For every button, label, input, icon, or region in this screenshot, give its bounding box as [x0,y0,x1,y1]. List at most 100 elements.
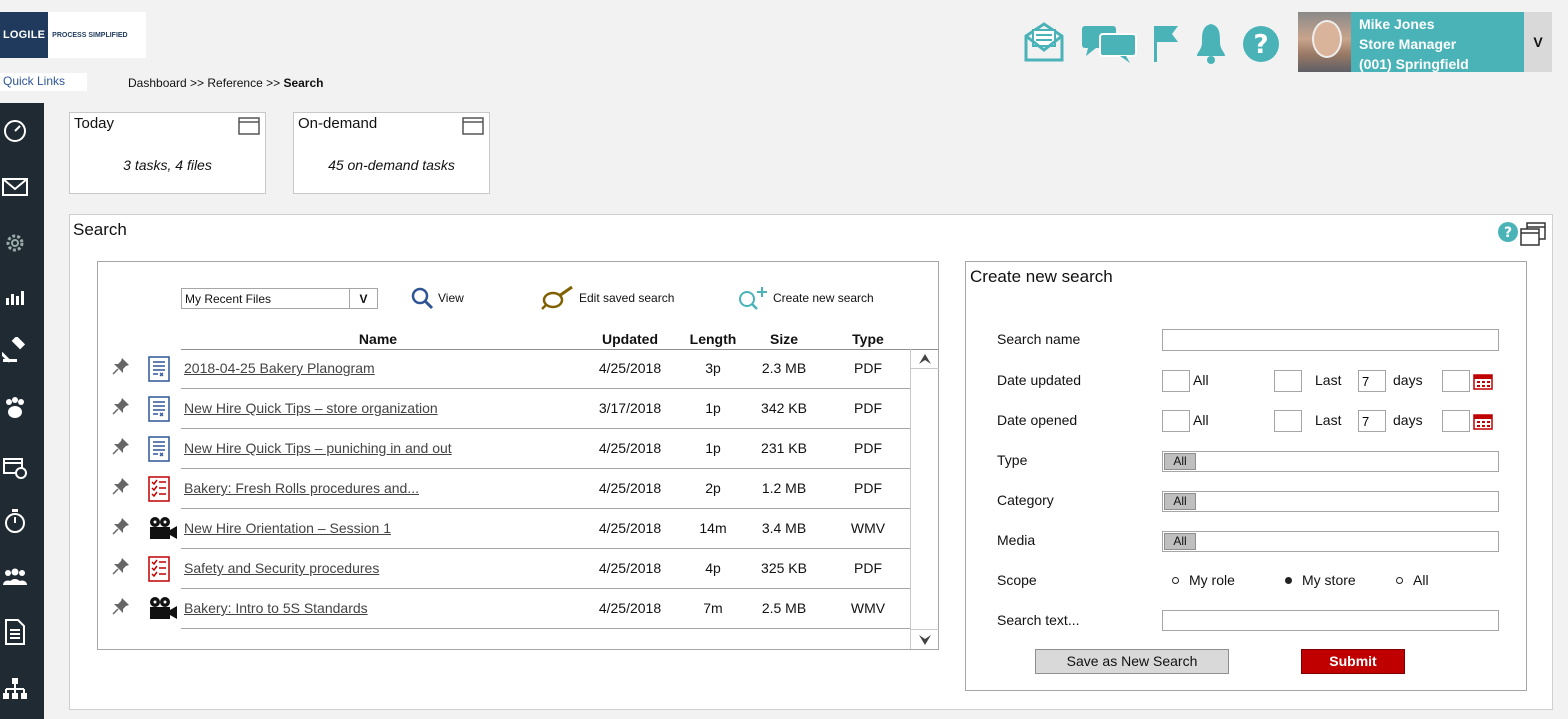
scroll-up-icon[interactable] [911,349,939,369]
pin-icon[interactable] [112,437,130,460]
avatar [1298,12,1351,72]
scrollbar[interactable] [910,349,939,649]
save-as-new-search-button[interactable]: Save as New Search [1035,649,1229,674]
dropdown-arrow[interactable]: V [349,289,377,308]
search-name-input[interactable] [1162,329,1499,351]
updated-cell: 4/25/2018 [598,360,662,376]
paw-icon[interactable] [2,395,28,421]
updated-cell: 4/25/2018 [598,480,662,496]
category-chip[interactable]: All [1164,493,1196,510]
scope-all-radio[interactable]: All [1396,572,1429,588]
pin-icon[interactable] [112,597,130,620]
pin-icon[interactable] [112,517,130,540]
category-label: Category [997,492,1054,508]
edit-label: Edit saved search [579,291,675,305]
date-updated-date-input[interactable] [1442,370,1470,392]
media-chip[interactable]: All [1164,533,1196,550]
table-row[interactable]: Safety and Security procedures 4/25/2018 4… [98,549,910,589]
scope-my-role-radio[interactable]: My role [1172,572,1235,588]
date-opened-date-input[interactable] [1442,410,1470,432]
document-icon [148,396,170,427]
search-text-input[interactable] [1162,610,1499,631]
help-icon[interactable]: ? [1497,221,1519,252]
calendar-clock-icon[interactable] [2,455,28,481]
category-select[interactable]: All [1162,491,1499,512]
date-updated-days-input[interactable] [1358,370,1386,392]
updated-cell: 4/25/2018 [598,440,662,456]
table-row[interactable]: New Hire Quick Tips – puniching in and o… [98,429,910,469]
scope-my-store-radio[interactable]: My store [1285,572,1356,588]
breadcrumb-path[interactable]: Dashboard >> Reference >> [128,76,283,90]
type-chip[interactable]: All [1164,453,1196,470]
date-opened-all-checkbox[interactable] [1162,410,1190,432]
column-header-name[interactable]: Name [338,331,418,347]
file-name-link[interactable]: New Hire Quick Tips – store organization [184,400,438,416]
user-card[interactable]: Mike Jones Store Manager (001) Springfie… [1298,12,1552,72]
gavel-icon[interactable] [2,337,28,363]
date-opened-days-input[interactable] [1358,410,1386,432]
create-new-search-button[interactable]: Create new search [737,286,874,310]
pin-icon[interactable] [112,557,130,580]
file-name-link[interactable]: New Hire Quick Tips – puniching in and o… [184,440,452,456]
on-demand-card[interactable]: On-demand 45 on-demand tasks [293,112,490,194]
table-row[interactable]: Bakery: Intro to 5S Standards 4/25/2018 7m… [98,589,910,629]
flag-icon[interactable] [1152,20,1180,64]
table-row[interactable]: New Hire Orientation – Session 1 4/25/201… [98,509,910,549]
chart-icon[interactable] [2,284,28,310]
team-icon[interactable] [2,564,28,590]
column-header-size[interactable]: Size [754,331,814,347]
file-name-link[interactable]: 2018-04-25 Bakery Planogram [184,360,375,376]
bell-icon[interactable] [1194,20,1228,64]
table-row[interactable]: Bakery: Fresh Rolls procedures and... 4/2… [98,469,910,509]
table-row[interactable]: New Hire Quick Tips – store organization… [98,389,910,429]
date-updated-last-checkbox[interactable] [1274,370,1302,392]
quick-links-button[interactable]: Quick Links [0,73,87,91]
column-header-length[interactable]: Length [678,331,748,347]
pin-icon[interactable] [112,477,130,500]
column-header-updated[interactable]: Updated [590,331,670,347]
type-select[interactable]: All [1162,451,1499,472]
file-name-link[interactable]: Bakery: Intro to 5S Standards [184,600,368,616]
create-search-title: Create new search [970,267,1113,286]
file-name-link[interactable]: Bakery: Fresh Rolls procedures and... [184,480,419,496]
date-opened-last-checkbox[interactable] [1274,410,1302,432]
chat-icon[interactable] [1080,20,1138,64]
calendar-icon[interactable] [1473,412,1493,435]
radio-label: All [1413,572,1429,588]
saved-search-dropdown[interactable]: My Recent Files V [181,288,378,309]
dashboard-icon[interactable] [2,118,28,144]
length-cell: 1p [705,400,721,416]
date-opened-label: Date opened [997,412,1078,428]
window-icon[interactable] [238,117,260,140]
help-icon[interactable]: ? [1242,20,1280,64]
column-header-type[interactable]: Type [838,331,898,347]
mail-icon[interactable] [1022,20,1066,64]
scroll-down-icon[interactable] [911,629,939,649]
today-card[interactable]: Today 3 tasks, 4 files [69,112,266,194]
updated-cell: 4/25/2018 [598,560,662,576]
date-updated-all-checkbox[interactable] [1162,370,1190,392]
pin-icon[interactable] [112,357,130,380]
logo-mark: LOGILE [0,12,49,58]
table-row[interactable]: 2018-04-25 Bakery Planogram 4/25/2018 3p 2.… [98,349,910,389]
user-info: Mike Jones Store Manager (001) Springfie… [1351,12,1524,72]
file-name-link[interactable]: New Hire Orientation – Session 1 [184,520,391,536]
restore-window-icon[interactable] [1519,221,1547,252]
envelope-icon[interactable] [2,174,28,200]
file-name-link[interactable]: Safety and Security procedures [184,560,379,576]
edit-saved-search-button[interactable]: Edit saved search [541,286,674,310]
window-icon[interactable] [462,117,484,140]
date-opened-days-label: days [1393,412,1423,428]
document-icon[interactable] [2,619,28,645]
length-cell: 2p [705,480,721,496]
view-button[interactable]: View [410,286,464,310]
media-select[interactable]: All [1162,531,1499,552]
user-menu-toggle[interactable]: V [1524,12,1552,72]
calendar-icon[interactable] [1473,372,1493,395]
gear-icon[interactable] [2,230,28,256]
stopwatch-icon[interactable] [2,508,28,534]
pin-icon[interactable] [112,397,130,420]
org-chart-icon[interactable] [2,676,28,702]
submit-button[interactable]: Submit [1301,649,1405,674]
logo[interactable]: LOGILE PROCESS SIMPLIFIED [0,12,146,58]
